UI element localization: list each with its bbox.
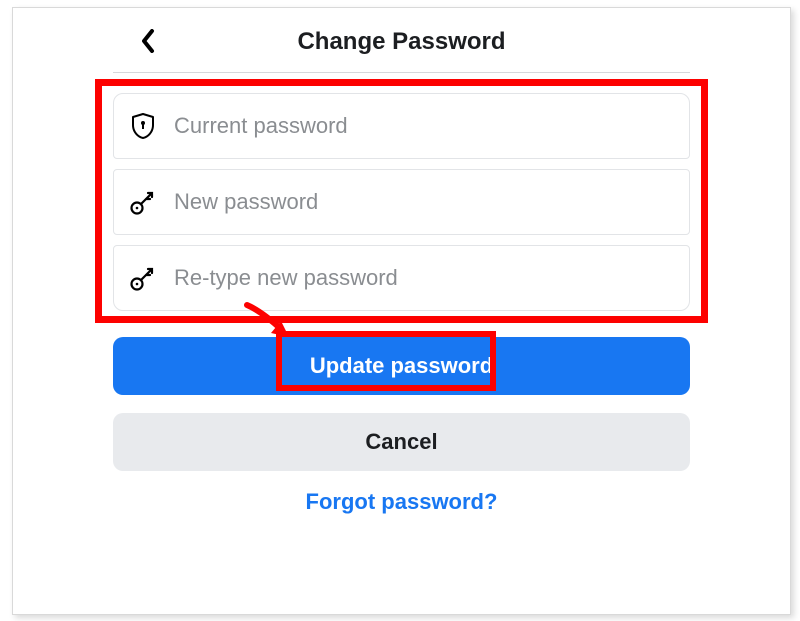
retype-password-row[interactable]: [113, 245, 690, 311]
cancel-button[interactable]: Cancel: [113, 413, 690, 471]
password-fields-group: [113, 93, 690, 311]
page-title: Change Password: [113, 28, 690, 56]
header: Change Password: [113, 28, 690, 72]
new-password-input[interactable]: [174, 189, 675, 215]
key-icon: [128, 187, 158, 217]
current-password-input[interactable]: [174, 113, 675, 139]
retype-password-input[interactable]: [174, 265, 675, 291]
new-password-row[interactable]: [113, 169, 690, 235]
key-icon: [128, 263, 158, 293]
divider: [113, 72, 690, 73]
forgot-password-link[interactable]: Forgot password?: [113, 489, 690, 515]
update-button-wrap: Update password: [113, 337, 690, 395]
back-button[interactable]: [133, 28, 163, 58]
current-password-row[interactable]: [113, 93, 690, 159]
update-password-button[interactable]: Update password: [113, 337, 690, 395]
chevron-left-icon: [140, 29, 156, 58]
shield-lock-icon: [128, 111, 158, 141]
change-password-screen: Change Password Update pa: [12, 7, 791, 615]
